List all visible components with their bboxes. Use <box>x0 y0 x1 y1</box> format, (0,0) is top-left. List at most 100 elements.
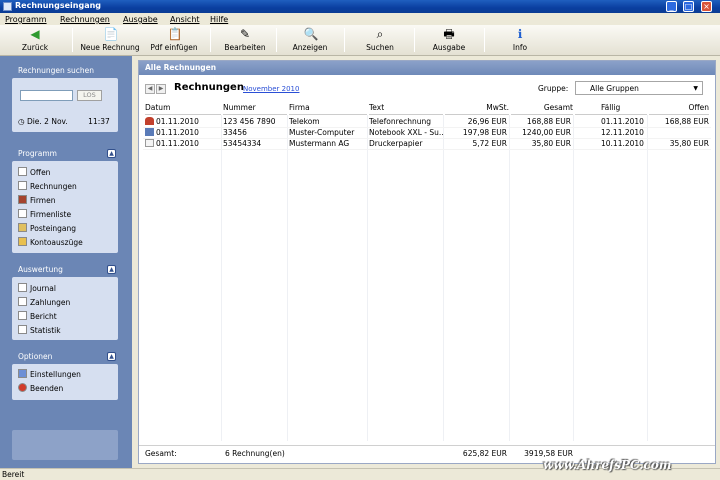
back-button[interactable]: ◀ Zurück <box>10 27 60 55</box>
statistics-icon <box>18 325 27 334</box>
sidebar-item-zahlungen[interactable]: Zahlungen <box>18 297 70 309</box>
col-header-firma[interactable]: Firma <box>289 103 367 115</box>
search-button[interactable]: ⌕ Suchen <box>362 27 398 55</box>
search-label: Suchen <box>366 43 394 52</box>
edit-button[interactable]: ✎ Bearbeiten <box>222 27 268 55</box>
new-invoice-label: Neue Rechnung <box>80 43 140 52</box>
sidebar-item-rechnungen[interactable]: Rechnungen <box>18 181 77 193</box>
paste-pdf-button[interactable]: 📋 Pdf einfügen <box>146 27 202 55</box>
sidebar-item-label: Einstellungen <box>30 370 81 379</box>
sidebar: Rechnungen suchen LOS ◷ Die. 2 Nov. 11:3… <box>0 56 132 468</box>
paste-pdf-icon: 📋 <box>167 27 183 41</box>
list-icon <box>18 209 27 218</box>
sidebar-item-firmen[interactable]: Firmen <box>18 195 55 207</box>
group-label: Gruppe: <box>538 84 569 93</box>
next-month-button[interactable]: ▶ <box>156 84 166 94</box>
search-input[interactable] <box>20 90 73 101</box>
menu-ansicht[interactable]: Ansicht <box>170 15 200 24</box>
sidebar-item-label: Zahlungen <box>30 298 71 307</box>
settings-icon <box>18 369 27 378</box>
optionen-panel-title: Optionen <box>18 352 53 361</box>
month-nav: ◀ ▶ <box>145 83 167 94</box>
sidebar-item-offen[interactable]: Offen <box>18 167 50 179</box>
sidebar-item-posteingang[interactable]: Posteingang <box>18 223 76 235</box>
envelope-icon <box>145 139 154 147</box>
month-link[interactable]: November 2010 <box>243 85 299 93</box>
sidebar-item-bericht[interactable]: Bericht <box>18 311 57 323</box>
company-icon <box>18 195 27 204</box>
close-button[interactable]: × <box>701 1 712 12</box>
cell-gesamt: 168,88 EUR <box>526 117 571 126</box>
group-select[interactable]: Alle Gruppen ▼ <box>575 81 703 95</box>
menu-hilfe[interactable]: Hilfe <box>210 15 228 24</box>
prev-month-button[interactable]: ◀ <box>145 84 155 94</box>
auswertung-panel-header[interactable]: Auswertung ▲ <box>12 264 118 276</box>
view-button[interactable]: 🔍 Anzeigen <box>288 27 332 55</box>
minimize-button[interactable]: _ <box>666 1 677 12</box>
menu-rechnungen[interactable]: Rechnungen <box>60 15 110 24</box>
clock-icon: ◷ <box>18 117 25 126</box>
collapse-icon[interactable]: ▲ <box>107 352 116 361</box>
totals-mwst: 625,82 EUR <box>462 449 507 458</box>
cell-datum: 01.11.2010 <box>156 117 199 126</box>
time-text: 11:37 <box>88 117 110 126</box>
date-display: ◷ Die. 2 Nov. 11:37 <box>18 117 110 126</box>
sidebar-item-einstellungen[interactable]: Einstellungen <box>18 369 81 381</box>
sidebar-item-beenden[interactable]: Beenden <box>18 383 63 395</box>
col-header-mwst[interactable]: MwSt. <box>445 103 509 115</box>
cell-faellig: 10.11.2010 <box>601 139 644 148</box>
totals-count: 6 Rechnung(en) <box>225 449 285 458</box>
cell-gesamt: 35,80 EUR <box>531 139 571 148</box>
sidebar-item-label: Beenden <box>30 384 64 393</box>
sidebar-item-label: Journal <box>30 284 56 293</box>
statement-icon <box>18 237 27 246</box>
col-header-nummer[interactable]: Nummer <box>223 103 287 115</box>
cell-faellig: 12.11.2010 <box>601 128 644 137</box>
new-invoice-button[interactable]: 📄 Neue Rechnung <box>77 27 143 55</box>
info-button[interactable]: ℹ Info <box>506 27 534 55</box>
output-label: Ausgabe <box>432 43 466 52</box>
los-button[interactable]: LOS <box>77 90 102 101</box>
back-button-label: Zurück <box>21 43 49 52</box>
programm-panel-title: Programm <box>18 149 57 158</box>
sidebar-item-label: Statistik <box>30 326 61 335</box>
col-header-gesamt[interactable]: Gesamt <box>511 103 573 115</box>
table-row[interactable]: 01.11.2010 <box>145 117 221 127</box>
cell-mwst: 197,98 EUR <box>462 128 507 137</box>
sidebar-item-kontoauszuege[interactable]: Kontoauszüge <box>18 237 83 249</box>
totals-label: Gesamt: <box>145 449 177 458</box>
cell-datum: 01.11.2010 <box>156 128 199 137</box>
table-row[interactable]: 01.11.2010 <box>145 139 221 149</box>
sidebar-item-firmenliste[interactable]: Firmenliste <box>18 209 71 221</box>
collapse-icon[interactable]: ▲ <box>107 149 116 158</box>
collapse-icon[interactable]: ▲ <box>107 265 116 274</box>
document-icon <box>18 167 27 176</box>
output-button[interactable]: 🖶 Ausgabe <box>428 27 470 55</box>
menu-programm[interactable]: Programm <box>5 15 47 24</box>
col-header-datum[interactable]: Datum <box>145 103 221 115</box>
maximize-button[interactable]: □ <box>683 1 694 12</box>
optionen-panel-header[interactable]: Optionen ▲ <box>12 351 118 363</box>
search-panel-header: Rechnungen suchen <box>12 65 118 77</box>
menu-bar: Programm Rechnungen Ausgabe Ansicht Hilf… <box>0 13 720 25</box>
table-row[interactable]: 01.11.2010 <box>145 128 221 138</box>
panel-header: Alle Rechnungen <box>139 61 715 75</box>
sidebar-item-statistik[interactable]: Statistik <box>18 325 61 337</box>
programm-panel-header[interactable]: Programm ▲ <box>12 148 118 160</box>
sidebar-item-label: Offen <box>30 168 51 177</box>
paste-pdf-label: Pdf einfügen <box>150 43 198 52</box>
menu-ausgabe[interactable]: Ausgabe <box>123 15 158 24</box>
col-header-text[interactable]: Text <box>369 103 443 115</box>
computer-icon <box>145 128 154 136</box>
edit-label: Bearbeiten <box>224 43 266 52</box>
col-header-faellig[interactable]: Fällig <box>575 103 647 115</box>
group-select-value: Alle Gruppen <box>590 84 639 93</box>
sidebar-item-journal[interactable]: Journal <box>18 283 56 295</box>
sidebar-item-label: Bericht <box>30 312 57 321</box>
invoice-list-panel: Alle Rechnungen ◀ ▶ Rechnungen November 2… <box>138 60 716 464</box>
panel-header-title: Alle Rechnungen <box>145 63 217 72</box>
sidebar-item-label: Posteingang <box>30 224 77 233</box>
auswertung-panel-title: Auswertung <box>18 265 63 274</box>
sidebar-footer <box>12 430 118 460</box>
col-header-offen[interactable]: Offen <box>649 103 709 115</box>
